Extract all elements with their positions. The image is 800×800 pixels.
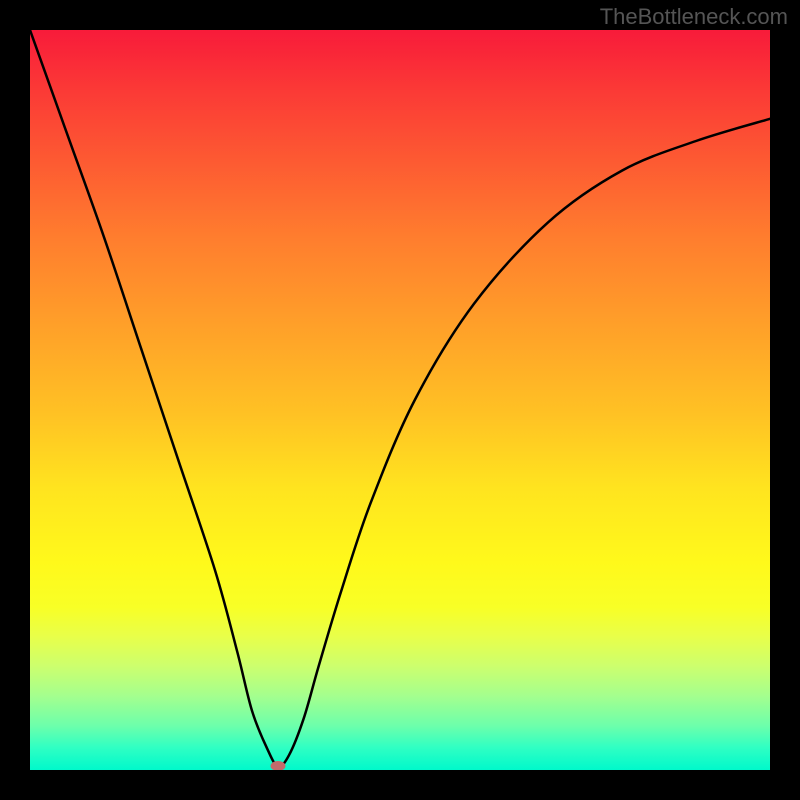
chart-line-svg [30, 30, 770, 770]
chart-plot-area [30, 30, 770, 770]
optimum-marker [270, 761, 285, 770]
bottleneck-curve-path [30, 30, 770, 767]
watermark-text: TheBottleneck.com [600, 4, 788, 30]
